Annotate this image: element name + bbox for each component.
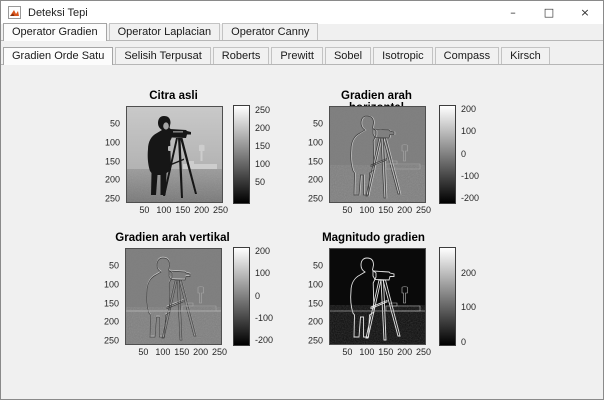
tab-operator-gradien[interactable]: Operator Gradien [3, 23, 107, 41]
minimize-button[interactable]: – [495, 1, 531, 24]
close-icon: × [580, 6, 590, 19]
x-axis-ticks: 50 100 150 200 250 [342, 205, 432, 215]
tab-operator-laplacian[interactable]: Operator Laplacian [108, 23, 221, 40]
subplot-title: Magnitudo gradien [322, 232, 425, 244]
y-axis-ticks: 50 100 150 200 250 [307, 118, 323, 204]
y-axis-ticks: 50 100 150 200 250 [104, 118, 120, 204]
tab-kirsch[interactable]: Kirsch [501, 47, 550, 64]
title-bar: Deteksi Tepi – □ × [1, 1, 603, 24]
figure-panel: Citra asli 50 100 150 200 250 50 100 150 [1, 65, 603, 399]
tab-sobel[interactable]: Sobel [324, 47, 372, 64]
colorbar [233, 105, 250, 204]
colorbar-ticks: 250 200 150 100 50 [255, 104, 271, 187]
colorbar-ticks: 200 100 0 [461, 268, 477, 348]
maximize-button[interactable]: □ [531, 1, 567, 24]
tab-compass[interactable]: Compass [434, 47, 500, 64]
colorbar [439, 105, 456, 204]
close-button[interactable]: × [567, 1, 603, 24]
image-gradien-horizontal [329, 106, 426, 203]
image-citra-asli [126, 106, 223, 203]
window-title: Deteksi Tepi [28, 6, 88, 19]
colorbar [439, 247, 456, 346]
app-icon [8, 6, 21, 19]
minimize-icon: – [510, 6, 516, 19]
tab-isotropic[interactable]: Isotropic [373, 47, 433, 64]
subplot-title: Gradien arah vertikal [115, 232, 230, 244]
image-gradien-vertikal [125, 248, 222, 345]
secondary-tabstrip: Gradien Orde Satu Selisih Terpusat Rober… [1, 45, 603, 65]
subplot-title: Citra asli [149, 90, 198, 102]
maximize-icon: □ [543, 6, 555, 19]
x-axis-ticks: 50 100 150 200 250 [138, 347, 228, 357]
x-axis-ticks: 50 100 150 200 250 [342, 347, 432, 357]
tab-roberts[interactable]: Roberts [212, 47, 270, 64]
tab-operator-canny[interactable]: Operator Canny [222, 23, 319, 40]
y-axis-ticks: 50 100 150 200 250 [103, 260, 119, 346]
colorbar-ticks: 200 100 0 -100 -200 [255, 245, 274, 346]
x-axis-ticks: 50 100 150 200 250 [139, 205, 229, 215]
primary-tabstrip: Operator Gradien Operator Laplacian Oper… [1, 23, 603, 41]
y-axis-ticks: 50 100 150 200 250 [307, 260, 323, 346]
tab-selisih-terpusat[interactable]: Selisih Terpusat [115, 47, 211, 64]
tab-gradien-orde-satu[interactable]: Gradien Orde Satu [3, 47, 114, 65]
app-window: Deteksi Tepi – □ × Operator Gradien Oper… [0, 0, 604, 400]
colorbar-ticks: 200 100 0 -100 -200 [461, 103, 480, 204]
image-magnitudo-gradien [329, 248, 426, 345]
caption-buttons: – □ × [495, 1, 603, 24]
colorbar [233, 247, 250, 346]
tab-prewitt[interactable]: Prewitt [271, 47, 323, 64]
